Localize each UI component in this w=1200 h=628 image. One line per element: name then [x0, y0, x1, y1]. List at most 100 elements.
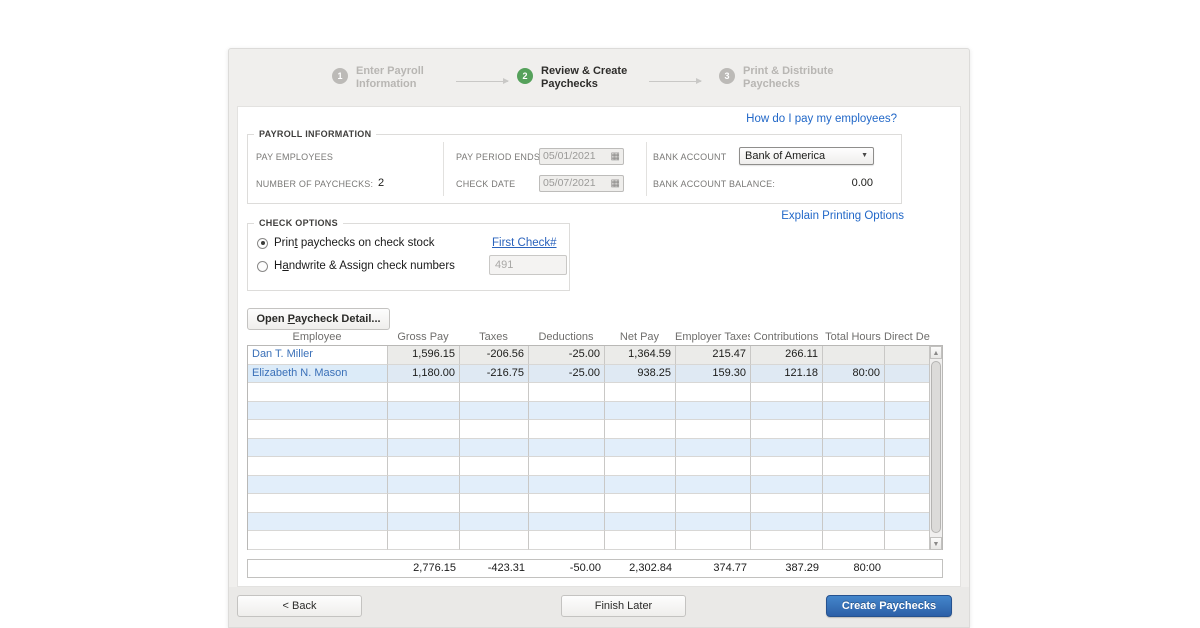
amount-cell[interactable] [885, 346, 931, 365]
first-check-number-label[interactable]: First Check# [492, 237, 557, 249]
amount-cell [676, 438, 751, 457]
handwrite-radio-row[interactable]: Handwrite & Assign check numbers [257, 260, 455, 272]
amount-cell[interactable]: -206.56 [460, 346, 529, 365]
amount-cell[interactable]: 215.47 [676, 346, 751, 365]
amount-cell [388, 420, 460, 439]
employee-cell [248, 438, 388, 457]
calendar-icon[interactable]: ▦ [611, 178, 620, 189]
first-check-number-input[interactable]: 491 [489, 255, 567, 275]
amount-cell [460, 438, 529, 457]
radio-unselected-icon[interactable] [257, 260, 268, 272]
amount-cell [529, 531, 605, 550]
amount-cell [529, 512, 605, 531]
pay-period-ends-input[interactable]: 05/01/2021 ▦ [539, 148, 624, 165]
table-row-empty [248, 512, 931, 531]
amount-cell[interactable] [885, 364, 931, 383]
totals-value-cell: -50.00 [569, 562, 601, 574]
amount-cell [676, 531, 751, 550]
step-2-circle-icon: 2 [517, 68, 533, 84]
amount-cell [885, 512, 931, 531]
employee-cell [248, 420, 388, 439]
pay-period-ends-label: PAY PERIOD ENDS [456, 152, 541, 162]
amount-cell [605, 401, 676, 420]
bank-account-dropdown[interactable]: Bank of America ▼ [739, 147, 874, 165]
totals-value-cell: 374.77 [713, 562, 747, 574]
amount-cell [676, 401, 751, 420]
chevron-down-icon: ▼ [861, 152, 868, 159]
amount-cell[interactable]: -25.00 [529, 364, 605, 383]
number-of-paychecks-label: NUMBER OF PAYCHECKS: [256, 179, 374, 189]
column-header[interactable]: Employer Taxes [675, 331, 750, 345]
amount-cell [751, 420, 823, 439]
employee-cell [248, 383, 388, 402]
amount-cell [885, 475, 931, 494]
amount-cell[interactable] [823, 346, 885, 365]
amount-cell[interactable]: 121.18 [751, 364, 823, 383]
employee-cell [248, 475, 388, 494]
amount-cell [676, 420, 751, 439]
amount-cell [529, 475, 605, 494]
amount-cell [676, 383, 751, 402]
table-row-empty [248, 475, 931, 494]
column-header[interactable]: Direct Dep [884, 331, 930, 345]
amount-cell[interactable]: 938.25 [605, 364, 676, 383]
column-header[interactable]: Gross Pay [387, 331, 459, 345]
amount-cell [751, 438, 823, 457]
amount-cell [460, 531, 529, 550]
column-header[interactable]: Total Hours [822, 331, 884, 345]
scroll-down-icon[interactable]: ▼ [930, 536, 942, 550]
amount-cell [529, 420, 605, 439]
create-paychecks-button[interactable]: Create Paychecks [826, 595, 952, 617]
amount-cell [605, 420, 676, 439]
employee-cell[interactable]: Elizabeth N. Mason [248, 364, 388, 383]
employee-cell [248, 531, 388, 550]
amount-cell [460, 457, 529, 476]
column-header[interactable]: Contributions [750, 331, 822, 345]
scroll-up-icon[interactable]: ▲ [930, 346, 942, 359]
amount-cell [823, 531, 885, 550]
amount-cell [751, 531, 823, 550]
amount-cell [751, 494, 823, 513]
amount-cell[interactable]: -216.75 [460, 364, 529, 383]
amount-cell[interactable]: 266.11 [751, 346, 823, 365]
check-date-value: 05/07/2021 [543, 177, 596, 189]
column-header[interactable]: Net Pay [604, 331, 675, 345]
screen: 1 Enter Payroll Information 2 Review & C… [0, 0, 1200, 628]
employee-cell[interactable]: Dan T. Miller [248, 346, 388, 365]
divider [646, 142, 647, 196]
explain-printing-options-link[interactable]: Explain Printing Options [781, 210, 904, 222]
amount-cell [885, 438, 931, 457]
amount-cell[interactable]: 1,364.59 [605, 346, 676, 365]
print-paychecks-radio-row[interactable]: Print paychecks on check stock [257, 237, 434, 249]
table-row-empty [248, 531, 931, 550]
vertical-scrollbar[interactable]: ▲ ▼ [929, 346, 942, 550]
open-paycheck-detail-button[interactable]: Open Paycheck Detail... [247, 308, 390, 330]
amount-cell [823, 438, 885, 457]
print-paychecks-radio-label: Print paychecks on check stock [274, 237, 435, 249]
check-date-input[interactable]: 05/07/2021 ▦ [539, 175, 624, 192]
column-header[interactable]: Employee [247, 331, 387, 345]
step-1-circle-icon: 1 [332, 68, 348, 84]
amount-cell [751, 475, 823, 494]
scrollbar-thumb[interactable] [931, 361, 941, 533]
amount-cell[interactable]: 1,180.00 [388, 364, 460, 383]
amount-cell [460, 401, 529, 420]
column-header[interactable]: Deductions [528, 331, 604, 345]
radio-selected-icon[interactable] [257, 237, 268, 249]
calendar-icon[interactable]: ▦ [611, 151, 620, 162]
amount-cell[interactable]: -25.00 [529, 346, 605, 365]
finish-later-button[interactable]: Finish Later [561, 595, 686, 617]
amount-cell [605, 457, 676, 476]
help-link[interactable]: How do I pay my employees? [746, 113, 897, 125]
amount-cell [823, 512, 885, 531]
amount-cell[interactable]: 159.30 [676, 364, 751, 383]
step-1-label: Enter Payroll Information [356, 65, 424, 90]
amount-cell [823, 420, 885, 439]
back-button[interactable]: < Back [237, 595, 362, 617]
amount-cell [388, 494, 460, 513]
amount-cell[interactable]: 80:00 [823, 364, 885, 383]
amount-cell [823, 494, 885, 513]
amount-cell [885, 420, 931, 439]
column-header[interactable]: Taxes [459, 331, 528, 345]
amount-cell[interactable]: 1,596.15 [388, 346, 460, 365]
